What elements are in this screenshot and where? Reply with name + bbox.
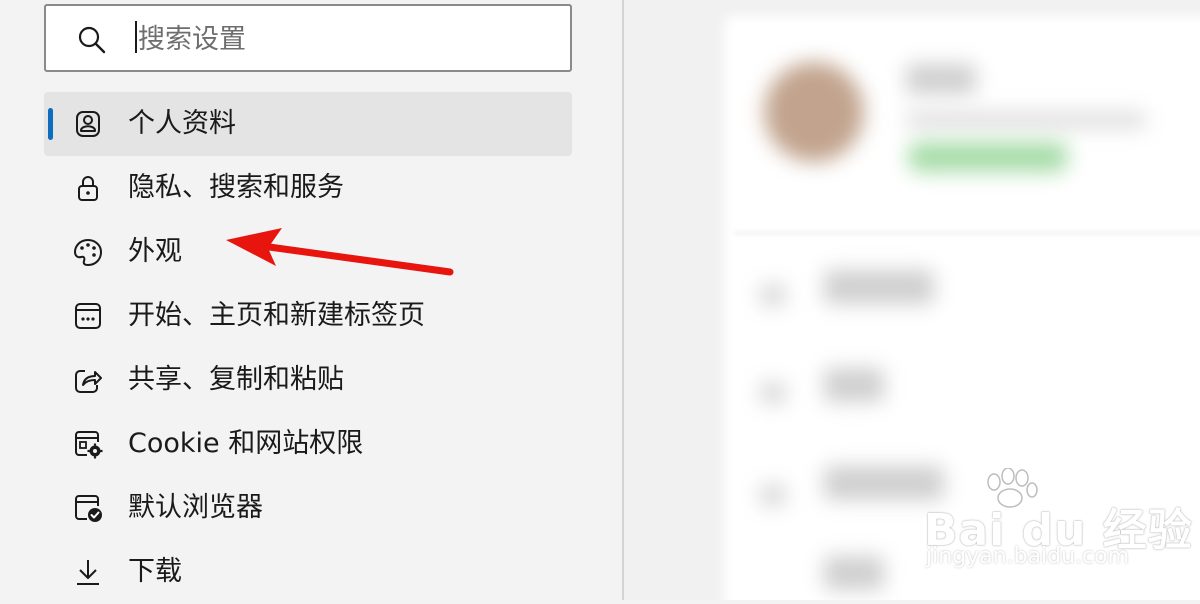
search-input[interactable] xyxy=(136,14,560,64)
sidebar-item-cookies-permissions[interactable]: Cookie 和网站权限 xyxy=(44,412,572,476)
search-icon xyxy=(78,26,106,54)
default-browser-icon xyxy=(75,495,102,522)
blurred-row-icon xyxy=(760,484,786,506)
lock-icon xyxy=(78,176,98,201)
sidebar-item-downloads[interactable]: 下载 xyxy=(44,540,572,604)
profile-icon xyxy=(76,111,100,137)
avatar xyxy=(764,62,864,162)
blurred-sync-badge xyxy=(908,142,1068,172)
download-icon xyxy=(77,560,99,585)
active-indicator xyxy=(48,108,53,140)
sidebar-item-appearance[interactable]: 外观 xyxy=(44,220,572,284)
settings-nav: 个人资料 隐私、搜索和服务 外观 开始、主页和新建标签页 共享、复制和粘贴 Co… xyxy=(44,92,572,604)
blurred-row-text xyxy=(824,270,934,304)
blurred-profile-email xyxy=(906,112,1146,128)
watermark-url: jingyan.baidu.com xyxy=(926,544,1130,569)
sidebar-item-share-copy-paste[interactable]: 共享、复制和粘贴 xyxy=(44,348,572,412)
sidebar-item-label: 下载 xyxy=(128,556,182,587)
sidebar-item-label: 默认浏览器 xyxy=(128,492,263,523)
sidebar-item-label: 外观 xyxy=(128,236,182,267)
sidebar-item-label: Cookie 和网站权限 xyxy=(128,428,364,459)
sidebar-item-profile[interactable]: 个人资料 xyxy=(44,92,572,156)
sidebar-item-privacy[interactable]: 隐私、搜索和服务 xyxy=(44,156,572,220)
share-icon xyxy=(75,370,102,393)
palette-icon xyxy=(74,239,102,266)
sidebar-item-label: 开始、主页和新建标签页 xyxy=(128,300,425,331)
blurred-row-text xyxy=(824,556,884,590)
sidebar-item-label: 隐私、搜索和服务 xyxy=(128,172,344,203)
sidebar-item-start-home-newtab[interactable]: 开始、主页和新建标签页 xyxy=(44,284,572,348)
blurred-row-icon xyxy=(760,382,786,404)
settings-sidebar: 个人资料 隐私、搜索和服务 外观 xyxy=(0,0,622,600)
sidebar-item-default-browser[interactable]: 默认浏览器 xyxy=(44,476,572,540)
content-separator xyxy=(734,232,1200,234)
blurred-row-icon xyxy=(760,284,786,306)
sidebar-item-label: 共享、复制和粘贴 xyxy=(128,364,344,395)
text-caret xyxy=(135,21,137,53)
blurred-profile-name xyxy=(906,64,976,94)
sidebar-item-label: 个人资料 xyxy=(128,108,236,139)
site-permissions-icon xyxy=(75,431,103,459)
search-box[interactable] xyxy=(44,4,572,72)
blurred-row-text xyxy=(824,368,884,402)
baidu-jingyan-watermark: Bai du 经验 jingyan.baidu.com xyxy=(918,468,1192,578)
new-tab-icon xyxy=(75,303,101,329)
